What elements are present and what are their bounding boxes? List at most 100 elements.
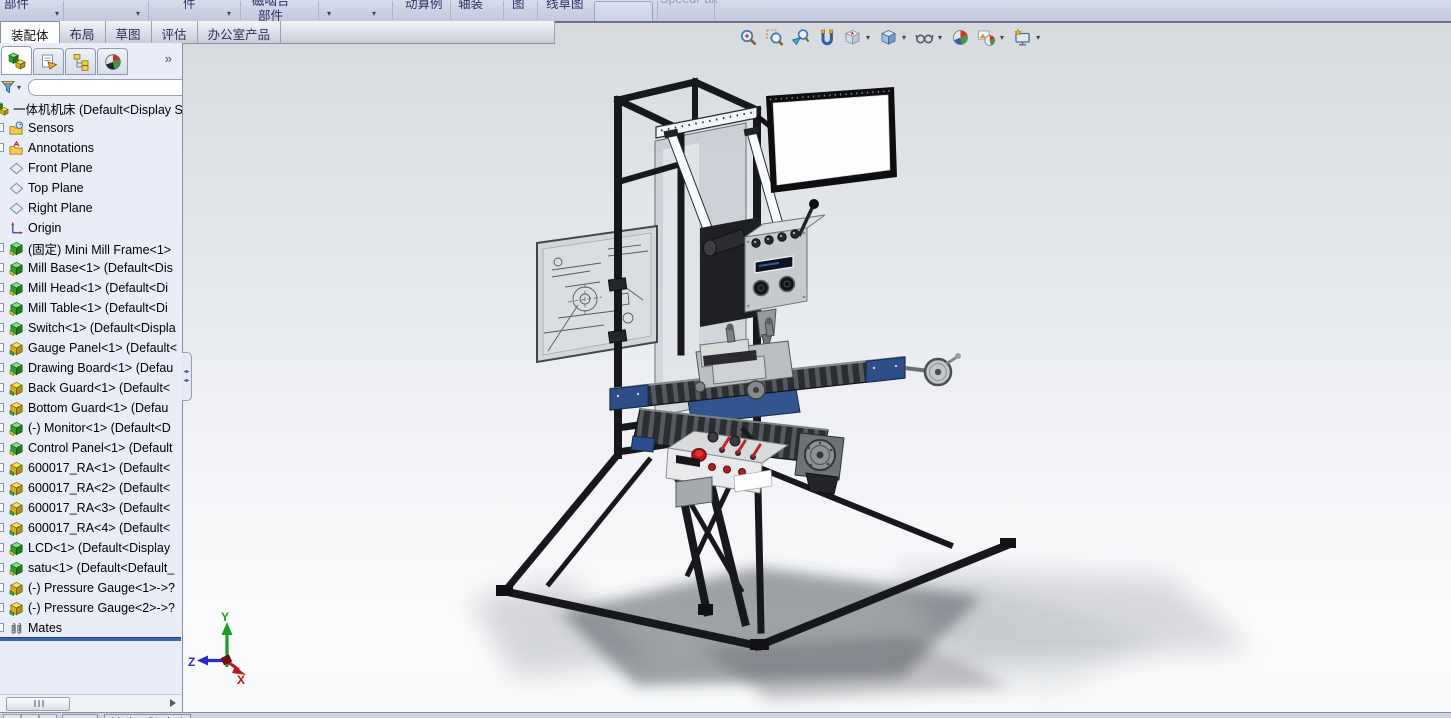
tree-item[interactable]: Mill Head<1> (Default<Di <box>0 278 182 298</box>
tree-item[interactable]: Mill Base<1> (Default<Dis <box>0 258 182 278</box>
graphics-viewport[interactable]: Y Z X ▾ ▾ ▾ ▾ ▾ <box>182 23 1451 712</box>
configuration-manager-tab[interactable] <box>65 48 96 75</box>
expand-box-icon[interactable] <box>0 323 4 332</box>
tree-item[interactable]: 600017_RA<4> (Default< <box>0 518 182 538</box>
tree-item[interactable]: (-) Pressure Gauge<2>->? <box>0 598 182 618</box>
tree-item[interactable]: Mates <box>0 618 182 638</box>
model-monitor[interactable] <box>755 87 897 193</box>
ribbon-button-fragment[interactable]: 图 <box>512 0 525 12</box>
previous-view-icon[interactable] <box>790 27 810 47</box>
expand-box-icon[interactable] <box>0 463 4 472</box>
tree-item[interactable]: Front Plane <box>0 158 182 178</box>
tree-item[interactable]: Bottom Guard<1> (Defau <box>0 398 182 418</box>
bottom-mini-button[interactable] <box>21 714 39 718</box>
tree-item[interactable]: LCD<1> (Default<Display <box>0 538 182 558</box>
expand-box-icon[interactable] <box>0 583 4 592</box>
expand-box-icon[interactable] <box>0 143 4 152</box>
model-drawing-board[interactable] <box>536 224 658 364</box>
tree-item[interactable]: (-) Monitor<1> (Default<D <box>0 418 182 438</box>
motion-study-tab[interactable]: Motion Study 1 <box>104 714 192 718</box>
tree-item[interactable]: Origin <box>0 218 182 238</box>
ribbon-button-fragment[interactable]: 动算例 <box>405 0 443 12</box>
cad-model-3d-view[interactable]: Y Z X <box>182 23 1451 712</box>
apply-scene-icon[interactable] <box>976 27 996 47</box>
tree-item[interactable]: Mill Table<1> (Default<Di <box>0 298 182 318</box>
expand-box-icon[interactable] <box>0 283 4 292</box>
panel-splitter-handle[interactable]: ◂▸ ◂▸ <box>182 352 192 401</box>
tree-filter-input[interactable] <box>28 79 182 96</box>
expand-box-icon[interactable] <box>0 123 4 132</box>
display-manager-tab[interactable] <box>97 48 128 75</box>
tree-item[interactable]: 一体机机床 (Default<Display S <box>0 98 182 118</box>
expand-box-icon[interactable] <box>0 263 4 272</box>
dropdown-arrow-icon[interactable]: ▾ <box>227 9 231 18</box>
expand-box-icon[interactable] <box>0 423 4 432</box>
ribbon-toggle-button[interactable] <box>594 1 653 21</box>
tree-item[interactable]: (-) Pressure Gauge<1>->? <box>0 578 182 598</box>
dropdown-arrow-icon[interactable]: ▾ <box>902 33 906 42</box>
speedpak-button[interactable]: SpeedPak <box>660 0 718 6</box>
expand-box-icon[interactable] <box>0 403 4 412</box>
dropdown-arrow-icon[interactable]: ▾ <box>17 83 21 92</box>
tree-item[interactable]: Gauge Panel<1> (Default< <box>0 338 182 358</box>
property-manager-tab[interactable] <box>33 48 64 75</box>
tree-item[interactable]: Sensors <box>0 118 182 138</box>
scrollbar-right-arrow[interactable] <box>170 699 176 707</box>
command-tab-5[interactable]: 办公室产品 <box>198 21 282 43</box>
filter-funnel-icon[interactable] <box>1 80 15 94</box>
command-tab-2[interactable]: 布局 <box>60 21 106 43</box>
dropdown-arrow-icon[interactable]: ▾ <box>938 33 942 42</box>
ribbon-button-fragment[interactable]: 件 <box>183 0 196 12</box>
zoom-to-fit-icon[interactable] <box>738 27 758 47</box>
command-tab-3[interactable]: 草图 <box>106 21 152 43</box>
rollback-bar[interactable] <box>0 637 181 641</box>
tree-item[interactable]: Right Plane <box>0 198 182 218</box>
expand-box-icon[interactable] <box>0 303 4 312</box>
dropdown-arrow-icon[interactable]: ▾ <box>1000 33 1004 42</box>
view-orientation-icon[interactable] <box>842 27 862 47</box>
ribbon-button-fragment[interactable]: 轴装 <box>458 0 483 12</box>
tree-item[interactable]: 600017_RA<3> (Default< <box>0 498 182 518</box>
expand-box-icon[interactable] <box>0 523 4 532</box>
expand-box-icon[interactable] <box>0 343 4 352</box>
model-tab[interactable]: 模型 <box>62 714 98 718</box>
expand-box-icon[interactable] <box>0 363 4 372</box>
tree-item[interactable]: Control Panel<1> (Default <box>0 438 182 458</box>
expand-box-icon[interactable] <box>0 443 4 452</box>
view-settings-icon[interactable] <box>1012 27 1032 47</box>
tree-item[interactable]: Top Plane <box>0 178 182 198</box>
bottom-mini-button[interactable] <box>3 714 21 718</box>
dropdown-arrow-icon[interactable]: ▾ <box>327 9 331 18</box>
ribbon-button-fragment[interactable]: 部件 <box>4 0 29 12</box>
zoom-to-area-icon[interactable] <box>764 27 784 47</box>
dropdown-arrow-icon[interactable]: ▾ <box>55 9 59 18</box>
tree-item[interactable]: Back Guard<1> (Default< <box>0 378 182 398</box>
tree-item[interactable]: (固定) Mini Mill Frame<1> <box>0 238 182 258</box>
tree-item[interactable]: Annotations <box>0 138 182 158</box>
section-view-icon[interactable] <box>816 27 836 47</box>
tree-item[interactable]: 600017_RA<1> (Default< <box>0 458 182 478</box>
panel-overflow-chevron[interactable]: » <box>165 51 172 66</box>
tree-item[interactable]: 600017_RA<2> (Default< <box>0 478 182 498</box>
command-tab-4[interactable]: 评估 <box>152 21 198 43</box>
tree-item[interactable]: Drawing Board<1> (Defau <box>0 358 182 378</box>
expand-box-icon[interactable] <box>0 603 4 612</box>
dropdown-arrow-icon[interactable]: ▾ <box>372 9 376 18</box>
edit-appearance-icon[interactable] <box>950 27 970 47</box>
tree-item[interactable]: Switch<1> (Default<Displa <box>0 318 182 338</box>
expand-box-icon[interactable] <box>0 543 4 552</box>
hide-show-items-icon[interactable] <box>914 27 934 47</box>
command-tab-1[interactable]: 装配体 <box>0 21 60 44</box>
expand-box-icon[interactable] <box>0 383 4 392</box>
expand-box-icon[interactable] <box>0 623 4 632</box>
dropdown-arrow-icon[interactable]: ▾ <box>866 33 870 42</box>
tree-horizontal-scrollbar[interactable] <box>0 694 181 712</box>
ribbon-button-fragment[interactable]: 线草图 <box>546 0 584 12</box>
expand-box-icon[interactable] <box>0 483 4 492</box>
featuremanager-tree-tab[interactable] <box>1 46 32 75</box>
expand-box-icon[interactable] <box>0 503 4 512</box>
dropdown-arrow-icon[interactable]: ▾ <box>136 9 140 18</box>
expand-box-icon[interactable] <box>0 243 4 252</box>
scrollbar-thumb[interactable] <box>6 697 70 711</box>
bottom-mini-button[interactable] <box>39 714 57 718</box>
